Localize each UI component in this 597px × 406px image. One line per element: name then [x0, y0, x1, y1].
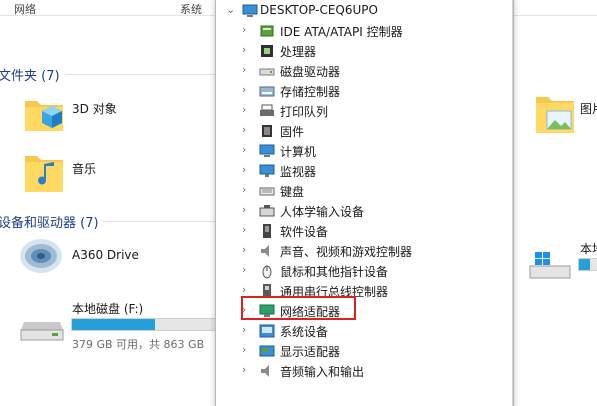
computer-icon — [259, 143, 275, 159]
tree-item[interactable]: › 音频输入和输出 — [216, 361, 506, 381]
pictures-folder-icon[interactable] — [533, 93, 577, 137]
chevron-right-icon[interactable]: › — [242, 164, 252, 176]
folder-label[interactable]: 图片 — [580, 100, 597, 117]
chevron-right-icon[interactable]: › — [242, 44, 252, 56]
tree-item[interactable]: › 打印队列 — [216, 101, 506, 121]
tree-item-label: 人体学输入设备 — [280, 205, 365, 219]
highlight-box — [241, 296, 356, 320]
tree-item[interactable]: › 显示适配器 — [216, 341, 506, 361]
tree-item-label: 固件 — [280, 125, 305, 139]
processor-icon — [259, 43, 275, 59]
section-divider — [65, 74, 215, 75]
disk-drive-icon — [259, 63, 275, 79]
folder-label[interactable]: 3D 对象 — [72, 100, 117, 117]
tree-item-label: 音频输入和输出 — [280, 365, 365, 379]
chevron-right-icon[interactable]: › — [242, 324, 252, 336]
tree-item[interactable]: › 处理器 — [216, 41, 506, 61]
tree-item[interactable]: › 软件设备 — [216, 221, 506, 241]
tree-item[interactable]: › 人体学输入设备 — [216, 201, 506, 221]
chevron-right-icon[interactable]: › — [242, 64, 252, 76]
3d-objects-icon[interactable] — [22, 93, 66, 137]
windows-drive-icon[interactable] — [527, 250, 573, 282]
tree-item-label: 显示适配器 — [280, 345, 341, 359]
computer-icon — [242, 3, 258, 19]
tree-item[interactable]: › 磁盘驱动器 — [216, 61, 506, 81]
tree-root[interactable]: ⌄ DESKTOP-CEQ6UPO — [216, 1, 506, 21]
chevron-right-icon[interactable]: › — [242, 104, 252, 116]
tree-root-label: DESKTOP-CEQ6UPO — [260, 3, 378, 17]
drive-usage-bar — [71, 318, 221, 331]
sound-icon — [259, 243, 275, 259]
tree-item-label: 存储控制器 — [280, 85, 341, 99]
drive-label[interactable]: A360 Drive — [72, 248, 139, 262]
chevron-right-icon[interactable]: › — [242, 24, 252, 36]
chevron-right-icon[interactable]: › — [242, 264, 252, 276]
chevron-right-icon[interactable]: › — [242, 84, 252, 96]
tree-item-label: 键盘 — [280, 185, 305, 199]
chevron-right-icon[interactable]: › — [242, 144, 252, 156]
tree-item-label: 计算机 — [280, 145, 317, 159]
printer-icon — [259, 103, 275, 119]
chevron-right-icon[interactable]: › — [242, 244, 252, 256]
a360-drive-icon[interactable] — [18, 236, 64, 276]
system-device-icon — [259, 323, 275, 339]
chevron-right-icon[interactable]: › — [242, 224, 252, 236]
chevron-down-icon[interactable]: ⌄ — [226, 4, 236, 16]
chevron-right-icon[interactable]: › — [242, 124, 252, 136]
drive-usage-bar — [578, 258, 597, 271]
folders-section-header[interactable]: 文件夹 (7) — [0, 65, 60, 84]
hid-icon — [259, 203, 275, 219]
chevron-right-icon[interactable]: › — [242, 344, 252, 356]
tab-network[interactable]: 网络 — [14, 1, 36, 17]
drive-usage-fill — [72, 319, 155, 330]
keyboard-icon — [259, 183, 275, 199]
tree-item-label: 打印队列 — [280, 105, 329, 119]
monitor-icon — [259, 163, 275, 179]
tree-item[interactable]: › 声音、视频和游戏控制器 — [216, 241, 506, 261]
tree-item-label: 鼠标和其他指针设备 — [280, 265, 389, 279]
audio-io-icon — [259, 363, 275, 379]
devices-section-header[interactable]: 设备和驱动器 (7) — [0, 212, 99, 231]
drive-label[interactable]: 本地 — [580, 240, 597, 257]
tree-item[interactable]: › 监视器 — [216, 161, 506, 181]
tree-item[interactable]: › 固件 — [216, 121, 506, 141]
tree-item-label: 处理器 — [280, 45, 317, 59]
tree-item[interactable]: › 计算机 — [216, 141, 506, 161]
software-device-icon — [259, 223, 275, 239]
tree-item[interactable]: › 系统设备 — [216, 321, 506, 341]
tree-item[interactable]: › IDE ATA/ATAPI 控制器 — [216, 21, 506, 41]
tree-item[interactable]: › 键盘 — [216, 181, 506, 201]
chevron-right-icon[interactable]: › — [242, 184, 252, 196]
tree-item-label: 监视器 — [280, 165, 317, 179]
tree-item-label: 声音、视频和游戏控制器 — [280, 245, 413, 259]
firmware-icon — [259, 123, 275, 139]
panel-border — [512, 0, 513, 406]
tree-item-label: 磁盘驱动器 — [280, 65, 341, 79]
tree-item-label: IDE ATA/ATAPI 控制器 — [280, 25, 403, 39]
music-folder-icon[interactable] — [22, 152, 66, 196]
tree-item-label: 软件设备 — [280, 225, 329, 239]
mouse-icon — [259, 263, 275, 279]
chevron-right-icon[interactable]: › — [242, 364, 252, 376]
storage-controller-icon — [259, 83, 275, 99]
chevron-right-icon[interactable]: › — [242, 204, 252, 216]
tab-system[interactable]: 系统 — [180, 1, 202, 17]
drive-label[interactable]: 本地磁盘 (F:) — [72, 300, 143, 317]
tree-item[interactable]: › 鼠标和其他指针设备 — [216, 261, 506, 281]
chevron-right-icon[interactable]: › — [242, 284, 252, 296]
display-adapter-icon — [259, 343, 275, 359]
ide-controller-icon — [259, 23, 275, 39]
tree-item[interactable]: › 存储控制器 — [216, 81, 506, 101]
drive-usage-fill — [579, 259, 591, 270]
device-manager-tree: ⌄ DESKTOP-CEQ6UPO › IDE ATA/ATAPI 控制器 › 处理器… — [215, 0, 514, 406]
folder-label[interactable]: 音乐 — [72, 160, 96, 177]
hard-drive-icon[interactable] — [20, 318, 64, 344]
drive-free-space: 379 GB 可用，共 863 GB — [72, 338, 205, 351]
tree-item-label: 系统设备 — [280, 325, 329, 339]
section-divider — [102, 221, 215, 222]
